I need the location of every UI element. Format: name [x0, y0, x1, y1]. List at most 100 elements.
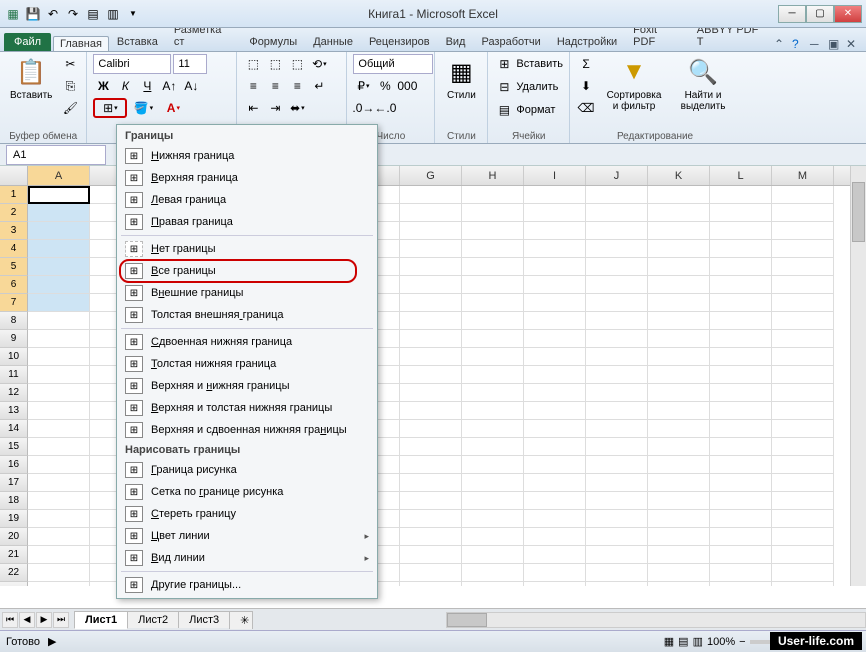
align-center-icon[interactable]: ≡	[265, 76, 285, 96]
cell[interactable]	[710, 528, 772, 546]
row-header[interactable]: 15	[0, 438, 28, 456]
cell[interactable]	[524, 528, 586, 546]
cell[interactable]	[400, 492, 462, 510]
cell[interactable]	[772, 330, 834, 348]
cell[interactable]	[648, 204, 710, 222]
cell[interactable]	[462, 420, 524, 438]
cell[interactable]	[524, 564, 586, 582]
cell[interactable]	[400, 384, 462, 402]
cell[interactable]	[648, 546, 710, 564]
cell[interactable]	[586, 402, 648, 420]
cell[interactable]	[524, 186, 586, 204]
cell[interactable]	[400, 348, 462, 366]
sort-filter-button[interactable]: ▼ Сортировка и фильтр	[600, 54, 668, 114]
cell[interactable]	[462, 582, 524, 586]
cell[interactable]	[710, 294, 772, 312]
cell[interactable]	[400, 510, 462, 528]
cell[interactable]	[462, 510, 524, 528]
row-header[interactable]: 23	[0, 582, 28, 586]
redo-icon[interactable]: ↷	[64, 5, 82, 23]
align-bottom-icon[interactable]: ⬚	[287, 54, 307, 74]
cell[interactable]	[524, 438, 586, 456]
cell[interactable]	[400, 330, 462, 348]
cell[interactable]	[648, 240, 710, 258]
cell[interactable]	[710, 582, 772, 586]
file-tab[interactable]: Файл	[4, 33, 51, 51]
cell[interactable]	[524, 276, 586, 294]
cell[interactable]	[400, 366, 462, 384]
menu-item[interactable]: ⊞Внешние границы	[117, 282, 377, 304]
cell[interactable]	[400, 420, 462, 438]
cell[interactable]	[28, 438, 90, 456]
cell[interactable]	[772, 510, 834, 528]
cell[interactable]	[524, 546, 586, 564]
cell[interactable]	[710, 366, 772, 384]
cell[interactable]	[772, 420, 834, 438]
tab-review[interactable]: Рецензиров	[361, 33, 438, 51]
cell[interactable]	[524, 474, 586, 492]
column-header[interactable]: H	[462, 166, 524, 185]
cell[interactable]	[524, 384, 586, 402]
insert-cells-button[interactable]: ⊞Вставить	[494, 54, 563, 74]
tab-formulas[interactable]: Формулы	[241, 33, 305, 51]
cell[interactable]	[772, 348, 834, 366]
menu-item[interactable]: ⊞Верхняя и толстая нижняя границы	[117, 397, 377, 419]
cell[interactable]	[586, 510, 648, 528]
cell[interactable]	[400, 528, 462, 546]
cell[interactable]	[648, 438, 710, 456]
cell[interactable]	[400, 456, 462, 474]
cell[interactable]	[586, 474, 648, 492]
decrease-indent-icon[interactable]: ⇤	[243, 98, 263, 118]
qat-item-icon[interactable]: ▥	[104, 5, 122, 23]
cell[interactable]	[462, 564, 524, 582]
cell[interactable]	[28, 276, 90, 294]
row-header[interactable]: 4	[0, 240, 28, 258]
view-break-icon[interactable]: ▥	[693, 635, 703, 648]
cell[interactable]	[586, 276, 648, 294]
vertical-scrollbar[interactable]	[850, 166, 866, 586]
cell[interactable]	[524, 492, 586, 510]
row-header[interactable]: 10	[0, 348, 28, 366]
zoom-level[interactable]: 100%	[707, 636, 735, 648]
menu-item[interactable]: ⊞Толстая нижняя граница	[117, 353, 377, 375]
cell[interactable]	[462, 348, 524, 366]
row-header[interactable]: 17	[0, 474, 28, 492]
menu-item[interactable]: ⊞Правая граница	[117, 211, 377, 233]
cell[interactable]	[462, 528, 524, 546]
cell[interactable]	[28, 222, 90, 240]
cell[interactable]	[586, 420, 648, 438]
decrease-font-icon[interactable]: A↓	[181, 76, 201, 96]
menu-item[interactable]: ⊞Нижняя граница	[117, 145, 377, 167]
increase-font-icon[interactable]: A↑	[159, 76, 179, 96]
cell[interactable]	[772, 456, 834, 474]
menu-item[interactable]: ⊞Стереть границу	[117, 503, 377, 525]
view-normal-icon[interactable]: ▦	[664, 635, 674, 648]
wrap-text-icon[interactable]: ↵	[309, 76, 329, 96]
cell[interactable]	[586, 312, 648, 330]
cell[interactable]	[400, 186, 462, 204]
cell[interactable]	[586, 294, 648, 312]
cell[interactable]	[648, 258, 710, 276]
cell[interactable]	[400, 240, 462, 258]
menu-item[interactable]: ⊞Все границы	[117, 260, 377, 282]
cell[interactable]	[28, 294, 90, 312]
cell[interactable]	[400, 474, 462, 492]
column-header[interactable]: K	[648, 166, 710, 185]
cell[interactable]	[648, 420, 710, 438]
format-cells-button[interactable]: ▤Формат	[494, 100, 563, 120]
cell[interactable]	[400, 204, 462, 222]
cell[interactable]	[28, 186, 90, 204]
cell[interactable]	[710, 276, 772, 294]
cell[interactable]	[524, 312, 586, 330]
font-name-combo[interactable]: Calibri	[93, 54, 171, 74]
cell[interactable]	[400, 312, 462, 330]
cell[interactable]	[524, 294, 586, 312]
cell[interactable]	[462, 456, 524, 474]
find-select-button[interactable]: 🔍 Найти и выделить	[672, 54, 734, 114]
styles-button[interactable]: ▦ Стили	[441, 54, 481, 103]
cell[interactable]	[648, 582, 710, 586]
cell[interactable]	[524, 258, 586, 276]
cell[interactable]	[772, 402, 834, 420]
qat-item-icon[interactable]: ▤	[84, 5, 102, 23]
cell[interactable]	[772, 546, 834, 564]
